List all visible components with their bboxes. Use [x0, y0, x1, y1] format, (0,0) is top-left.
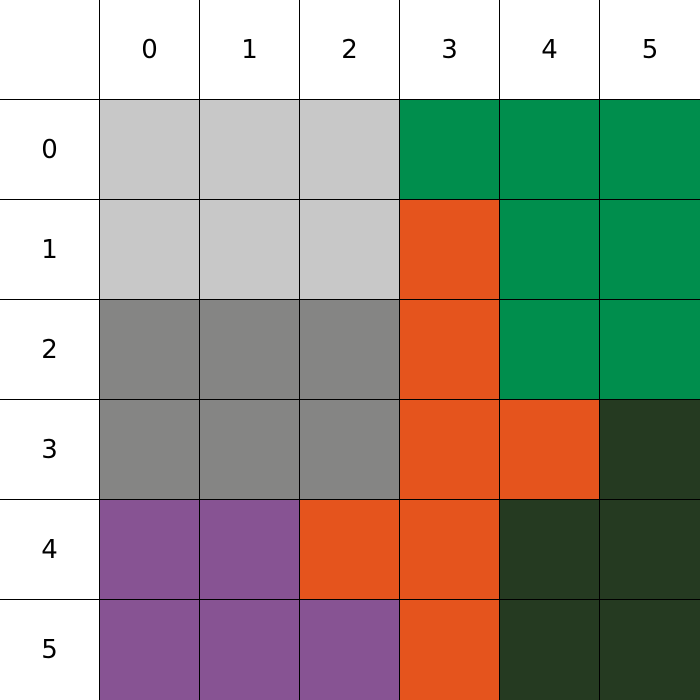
grid-cell-4-4[interactable]: [500, 500, 600, 600]
grid-cell-0-1[interactable]: [200, 100, 300, 200]
grid-cell-4-3[interactable]: [400, 500, 500, 600]
col-header-0: 0: [100, 0, 200, 100]
grid-cell-2-1[interactable]: [200, 300, 300, 400]
grid-cell-5-5[interactable]: [600, 600, 700, 700]
grid-cell-4-0[interactable]: [100, 500, 200, 600]
grid-cell-2-2[interactable]: [300, 300, 400, 400]
grid-cell-1-4[interactable]: [500, 200, 600, 300]
row-header-1: 1: [0, 200, 100, 300]
col-header-5: 5: [600, 0, 700, 100]
grid-cell-1-5[interactable]: [600, 200, 700, 300]
row-header-2: 2: [0, 300, 100, 400]
grid-cell-2-0[interactable]: [100, 300, 200, 400]
grid-cell-4-1[interactable]: [200, 500, 300, 600]
row-header-4: 4: [0, 500, 100, 600]
corner-cell: [0, 0, 100, 100]
grid-cell-1-2[interactable]: [300, 200, 400, 300]
grid-cell-3-0[interactable]: [100, 400, 200, 500]
grid-cell-1-3[interactable]: [400, 200, 500, 300]
grid-cell-3-3[interactable]: [400, 400, 500, 500]
grid-cell-3-1[interactable]: [200, 400, 300, 500]
grid-cell-0-2[interactable]: [300, 100, 400, 200]
grid-cell-1-0[interactable]: [100, 200, 200, 300]
grid-cell-5-3[interactable]: [400, 600, 500, 700]
grid-cell-0-4[interactable]: [500, 100, 600, 200]
row-header-5: 5: [0, 600, 100, 700]
row-header-3: 3: [0, 400, 100, 500]
grid-cell-0-5[interactable]: [600, 100, 700, 200]
col-header-4: 4: [500, 0, 600, 100]
grid-cell-5-1[interactable]: [200, 600, 300, 700]
col-header-1: 1: [200, 0, 300, 100]
grid-cell-0-3[interactable]: [400, 100, 500, 200]
grid-cell-4-5[interactable]: [600, 500, 700, 600]
grid-cell-1-1[interactable]: [200, 200, 300, 300]
grid-cell-3-5[interactable]: [600, 400, 700, 500]
row-header-0: 0: [0, 100, 100, 200]
col-header-2: 2: [300, 0, 400, 100]
grid-cell-3-4[interactable]: [500, 400, 600, 500]
grid-cell-4-2[interactable]: [300, 500, 400, 600]
grid-cell-2-5[interactable]: [600, 300, 700, 400]
col-header-3: 3: [400, 0, 500, 100]
grid-cell-0-0[interactable]: [100, 100, 200, 200]
grid-cell-5-2[interactable]: [300, 600, 400, 700]
grid-cell-5-0[interactable]: [100, 600, 200, 700]
grid-cell-3-2[interactable]: [300, 400, 400, 500]
grid-cell-5-4[interactable]: [500, 600, 600, 700]
grid-cell-2-3[interactable]: [400, 300, 500, 400]
grid-cell-2-4[interactable]: [500, 300, 600, 400]
puzzle-board: 0 1 2 3 4 5 0 1 2 3 4 5: [0, 0, 700, 700]
